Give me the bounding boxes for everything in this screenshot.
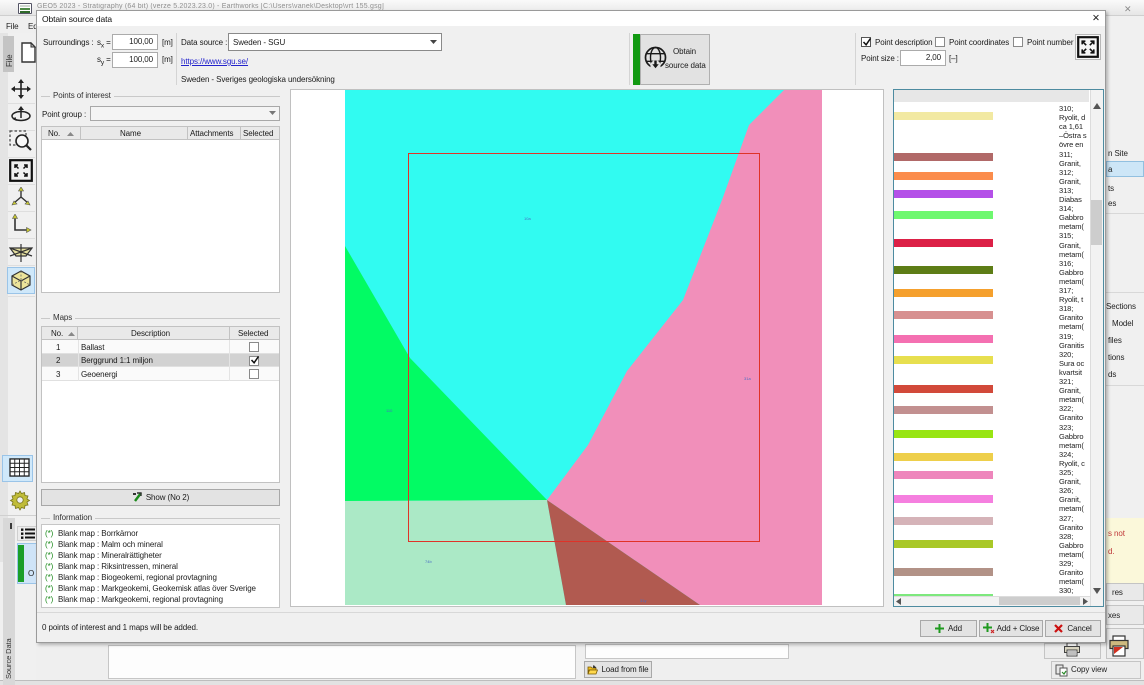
svg-text:31y: 31y [640, 598, 646, 603]
svg-text:10a: 10a [524, 216, 531, 221]
svg-text:31a: 31a [744, 376, 751, 381]
svg-text:110: 110 [386, 408, 393, 413]
svg-text:74b: 74b [425, 559, 432, 564]
